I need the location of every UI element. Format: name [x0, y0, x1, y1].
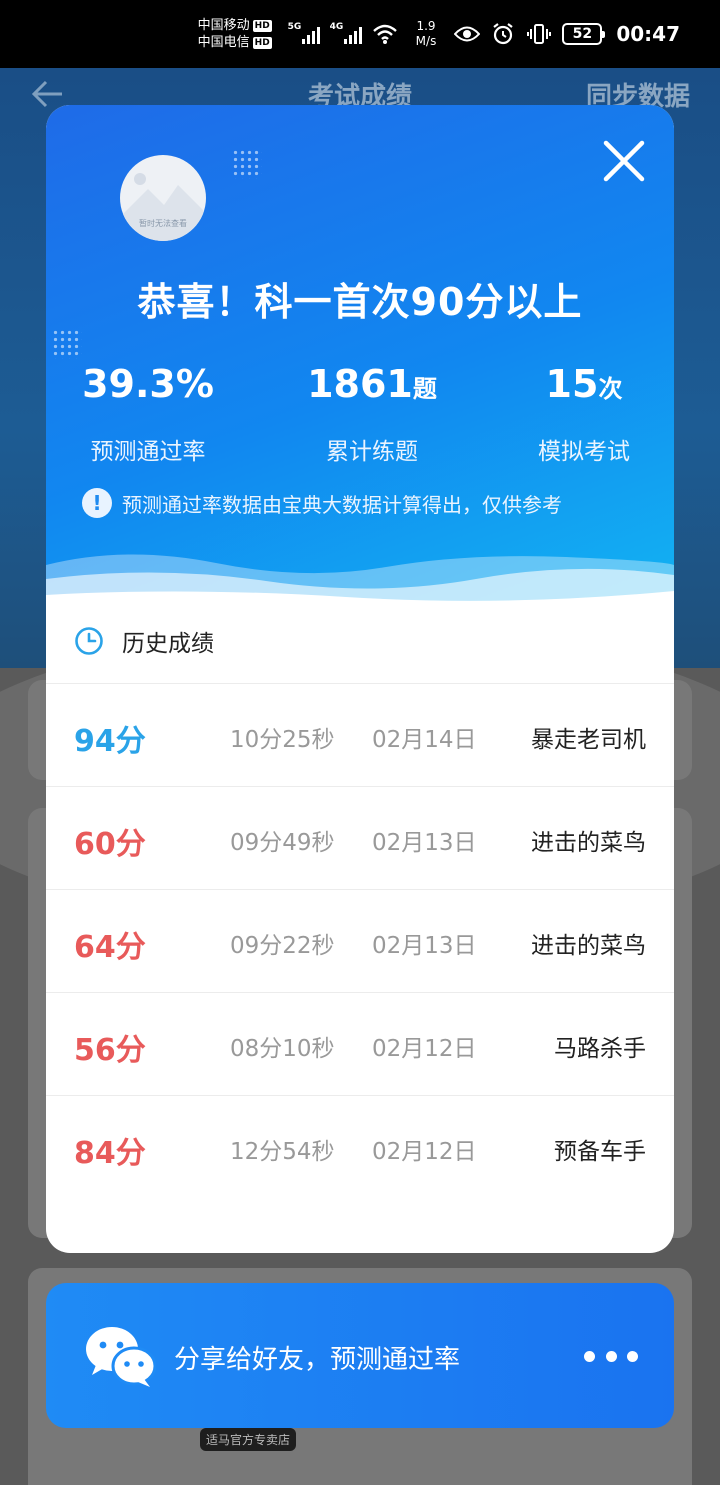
share-button[interactable]: 分享给好友，预测通过率 — [46, 1283, 674, 1428]
signal-5g-icon: 5G — [288, 22, 320, 44]
level-title: 进击的菜鸟 — [531, 933, 646, 959]
avatar: 暂时无法查看 — [120, 155, 206, 241]
score: 60分 — [74, 827, 146, 862]
net-speed: 1.9 M/s — [415, 19, 437, 48]
level-title: 马路杀手 — [554, 1036, 646, 1062]
stat-mock-exams: 15次 模拟考试 — [484, 361, 674, 466]
share-label: 分享给好友，预测通过率 — [174, 1345, 461, 1375]
disclaimer-text: 预测通过率数据由宝典大数据计算得出，仅供参考 — [122, 492, 562, 517]
achievement-modal: 暂时无法查看 恭喜！科一首次90分以上 39.3% 预测通过率 1861题 累计… — [46, 105, 674, 1253]
vibrate-icon — [526, 21, 552, 47]
history-row[interactable]: 84分 12分54秒 02月12日 预备车手 — [46, 1096, 674, 1199]
carrier-1: 中国移动 — [197, 18, 250, 33]
stat-value: 1861 — [307, 362, 413, 406]
close-button[interactable] — [598, 135, 650, 187]
stat-practice-count: 1861题 累计练题 — [272, 361, 472, 466]
status-bar: 中国移动 HD 中国电信 HD 5G 4G 1.9 M/s 52 00:47 — [0, 0, 720, 68]
decor-dots — [232, 149, 262, 179]
status-time: 00:47 — [616, 22, 680, 46]
stat-label: 累计练题 — [326, 439, 418, 465]
date: 02月12日 — [372, 1139, 477, 1165]
stat-value: 39.3% — [82, 362, 214, 406]
stat-unit: 次 — [598, 375, 623, 403]
history-row[interactable]: 56分 08分10秒 02月12日 马路杀手 — [46, 993, 674, 1096]
history-row[interactable]: 94分 10分25秒 02月14日 暴走老司机 — [46, 684, 674, 787]
history-header: 历史成绩 — [74, 623, 214, 659]
history-row[interactable]: 60分 09分49秒 02月13日 进击的菜鸟 — [46, 787, 674, 890]
avatar-caption: 暂时无法查看 — [139, 219, 187, 228]
date: 02月13日 — [372, 830, 477, 856]
hd-badge: HD — [252, 36, 272, 49]
score: 84分 — [74, 1136, 146, 1171]
more-icon[interactable] — [584, 1345, 638, 1367]
duration: 12分54秒 — [230, 1139, 335, 1165]
stat-label: 模拟考试 — [538, 439, 630, 465]
stat-label: 预测通过率 — [90, 439, 206, 465]
history-list: 94分 10分25秒 02月14日 暴走老司机 60分 09分49秒 02月13… — [46, 683, 674, 1199]
history-row[interactable]: 64分 09分22秒 02月13日 进击的菜鸟 — [46, 890, 674, 993]
wechat-icon — [86, 1327, 156, 1387]
level-title: 预备车手 — [554, 1139, 646, 1165]
battery-icon: 52 — [562, 23, 606, 45]
carrier-2: 中国电信 — [197, 35, 250, 50]
level-title: 暴走老司机 — [531, 727, 646, 753]
clock-icon — [75, 627, 103, 655]
close-icon[interactable] — [598, 135, 650, 187]
store-badge: 适马官方专卖店 — [200, 1428, 297, 1451]
score: 64分 — [74, 930, 146, 965]
alarm-icon — [490, 21, 516, 47]
signal-4g-icon: 4G — [330, 22, 362, 44]
modal-header: 暂时无法查看 恭喜！科一首次90分以上 39.3% 预测通过率 1861题 累计… — [46, 105, 674, 625]
stat-pass-rate: 39.3% 预测通过率 — [48, 361, 248, 466]
stat-unit: 题 — [412, 375, 437, 403]
date: 02月12日 — [372, 1036, 477, 1062]
history-title: 历史成绩 — [122, 631, 214, 657]
carrier-info: 中国移动 HD 中国电信 HD — [198, 17, 272, 51]
headline: 恭喜！科一首次90分以上 — [137, 280, 583, 324]
disclaimer-note: ! 预测通过率数据由宝典大数据计算得出，仅供参考 — [82, 488, 642, 518]
hd-badge: HD — [252, 19, 272, 32]
duration: 09分22秒 — [230, 933, 335, 959]
score: 56分 — [74, 1033, 146, 1068]
duration: 10分25秒 — [230, 727, 335, 753]
duration: 08分10秒 — [230, 1036, 335, 1062]
duration: 09分49秒 — [230, 830, 335, 856]
date: 02月13日 — [372, 933, 477, 959]
wifi-icon — [372, 21, 398, 47]
score: 94分 — [74, 724, 146, 759]
level-title: 进击的菜鸟 — [531, 830, 646, 856]
date: 02月14日 — [372, 727, 477, 753]
wave-decoration — [46, 554, 674, 625]
eye-icon — [454, 21, 481, 47]
decor-dots — [52, 329, 82, 359]
stat-value: 15 — [545, 362, 599, 406]
info-icon: ! — [82, 488, 112, 518]
